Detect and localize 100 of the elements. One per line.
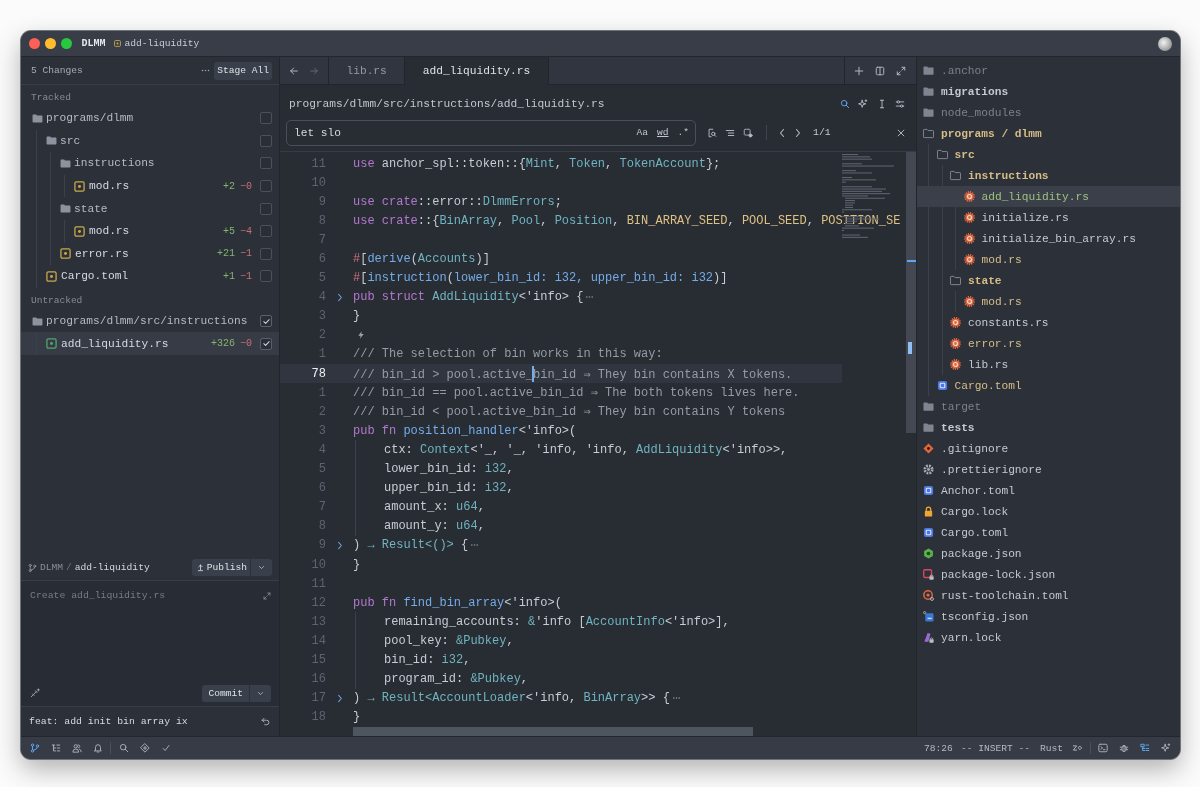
file-tree-icon[interactable] bbox=[1140, 743, 1150, 753]
chevron-right-icon[interactable] bbox=[336, 292, 343, 302]
checkbox[interactable] bbox=[260, 337, 272, 350]
arrow-left-icon[interactable] bbox=[289, 65, 299, 76]
language-selector[interactable]: Rust bbox=[1039, 742, 1063, 754]
git-tree-item[interactable]: programs/dlmm bbox=[21, 107, 279, 130]
project-tree-item[interactable]: Anchor.toml bbox=[917, 480, 1180, 501]
bug-icon[interactable] bbox=[1119, 743, 1129, 753]
project-title[interactable]: DLMM bbox=[81, 38, 106, 49]
branch-name[interactable]: add-liquidity bbox=[124, 38, 200, 49]
git-tree-item[interactable]: src bbox=[21, 129, 279, 153]
project-tree-item[interactable]: constants.rs bbox=[917, 312, 1180, 333]
minimize-button[interactable] bbox=[44, 38, 56, 49]
project-tree-item[interactable]: lib.rs bbox=[917, 354, 1180, 375]
wand-icon[interactable] bbox=[30, 688, 40, 698]
project-tree-item[interactable]: Cargo.lock bbox=[917, 501, 1180, 522]
dashed-square-icon[interactable] bbox=[743, 127, 753, 138]
list-tree-icon[interactable] bbox=[51, 743, 61, 753]
sliders-icon[interactable] bbox=[895, 98, 905, 109]
search-document-icon[interactable] bbox=[707, 127, 717, 138]
ellipsis-icon[interactable] bbox=[671, 696, 681, 701]
close-icon[interactable] bbox=[896, 127, 906, 138]
checkbox[interactable] bbox=[260, 270, 272, 283]
checkbox[interactable] bbox=[260, 112, 272, 125]
search-field[interactable]: let slo Aa wd .* bbox=[286, 119, 696, 146]
project-tree-item[interactable]: mod.rs bbox=[917, 249, 1180, 270]
git-tree-item[interactable]: instructions bbox=[21, 152, 279, 175]
git-tree-item[interactable]: state bbox=[21, 197, 279, 220]
avatar[interactable] bbox=[1158, 36, 1172, 51]
branch-icon[interactable] bbox=[30, 743, 40, 753]
zigzag-diamond-icon[interactable] bbox=[1072, 743, 1083, 753]
ellipsis-icon[interactable] bbox=[585, 295, 595, 300]
git-tree-item[interactable]: mod.rs +5 −4 bbox=[21, 219, 279, 243]
expand-icon[interactable] bbox=[896, 65, 906, 76]
scrollbar-thumb[interactable] bbox=[353, 727, 753, 736]
checkbox[interactable] bbox=[260, 134, 272, 147]
project-tree-item[interactable]: src bbox=[917, 144, 1180, 165]
cursor-position[interactable]: 78:26 bbox=[924, 742, 953, 754]
scrollbar-thumb[interactable] bbox=[906, 152, 916, 433]
editor-tab[interactable]: add_liquidity.rs bbox=[405, 57, 549, 85]
project-tree-item[interactable]: package-lock.json bbox=[917, 564, 1180, 585]
git-tree-item[interactable]: error.rs +21 −1 bbox=[21, 242, 279, 266]
project-tree-item[interactable]: add_liquidity.rs bbox=[917, 186, 1180, 207]
checkbox[interactable] bbox=[260, 202, 272, 215]
chevron-right-icon[interactable] bbox=[795, 127, 801, 138]
commit-button[interactable]: Commit bbox=[202, 684, 249, 702]
search-option-toggle[interactable]: Aa bbox=[636, 127, 648, 138]
sparkle-icon[interactable] bbox=[1161, 743, 1171, 753]
terminal-icon[interactable] bbox=[1098, 743, 1108, 753]
project-tree-item[interactable]: Cargo.toml bbox=[917, 522, 1180, 543]
check-icon[interactable] bbox=[161, 743, 171, 753]
ellipsis-icon[interactable] bbox=[470, 543, 480, 548]
project-tree-item[interactable]: mod.rs bbox=[917, 291, 1180, 312]
project-tree-item[interactable]: package.json bbox=[917, 543, 1180, 564]
project-tree-item[interactable]: rust-toolchain.toml bbox=[917, 585, 1180, 606]
zoom-button[interactable] bbox=[60, 38, 72, 49]
people-icon[interactable] bbox=[72, 743, 82, 753]
git-tree-item[interactable]: Cargo.toml +1 −1 bbox=[21, 265, 279, 288]
close-button[interactable] bbox=[28, 38, 40, 49]
bell-icon[interactable] bbox=[93, 743, 103, 753]
search-icon[interactable] bbox=[839, 98, 850, 109]
list-icon[interactable] bbox=[725, 127, 735, 138]
project-tree-item[interactable]: Cargo.toml bbox=[917, 375, 1180, 396]
checkbox[interactable] bbox=[260, 180, 272, 193]
search-icon[interactable] bbox=[119, 743, 129, 753]
split-icon[interactable] bbox=[875, 65, 885, 76]
expand-icon[interactable] bbox=[263, 592, 271, 600]
chevron-left-icon[interactable] bbox=[779, 127, 785, 138]
checkbox[interactable] bbox=[260, 225, 272, 238]
project-tree-item[interactable]: error.rs bbox=[917, 333, 1180, 354]
project-tree-item[interactable]: .prettierignore bbox=[917, 459, 1180, 480]
repository-name[interactable]: DLMM bbox=[40, 562, 64, 573]
checkbox[interactable] bbox=[260, 247, 272, 260]
project-tree-item[interactable]: programs / dlmm bbox=[917, 123, 1180, 144]
project-tree-item[interactable]: .gitignore bbox=[917, 438, 1180, 459]
branch-name[interactable]: add-liquidity bbox=[74, 562, 150, 573]
project-tree-item[interactable]: state bbox=[917, 270, 1180, 291]
git-tree-item[interactable]: add_liquidity.rs +326 −0 bbox=[21, 332, 279, 355]
lightning-icon[interactable] bbox=[357, 330, 365, 341]
project-tree-item[interactable]: initialize_bin_array.rs bbox=[917, 228, 1180, 249]
project-tree-item[interactable]: initialize.rs bbox=[917, 207, 1180, 228]
project-tree-item[interactable]: yarn.lock bbox=[917, 627, 1180, 648]
git-tree-item[interactable]: mod.rs +2 −0 bbox=[21, 174, 279, 198]
project-tree-item[interactable]: tests bbox=[917, 417, 1180, 438]
diamond-icon[interactable] bbox=[140, 743, 150, 753]
stage-all-button[interactable]: Stage All bbox=[214, 61, 272, 80]
checkbox[interactable] bbox=[260, 157, 272, 170]
plus-icon[interactable] bbox=[854, 65, 864, 76]
search-option-toggle[interactable]: wd bbox=[656, 127, 669, 138]
publish-button[interactable]: Publish bbox=[191, 559, 250, 576]
project-tree-item[interactable]: tsconfig.json bbox=[917, 606, 1180, 627]
chevron-right-icon[interactable] bbox=[336, 693, 343, 703]
project-tree-item[interactable]: migrations bbox=[917, 81, 1180, 102]
undo-icon[interactable] bbox=[261, 717, 270, 726]
search-option-toggle[interactable]: .* bbox=[677, 127, 689, 138]
file-path[interactable]: programs/dlmm/src/instructions/add_liquidity.rs bbox=[289, 97, 605, 110]
checkbox[interactable] bbox=[260, 315, 272, 328]
git-tree-item[interactable]: programs/dlmm/src/instructions bbox=[21, 309, 279, 333]
sparkle-icon[interactable] bbox=[858, 98, 868, 109]
chevron-right-icon[interactable] bbox=[336, 540, 343, 550]
